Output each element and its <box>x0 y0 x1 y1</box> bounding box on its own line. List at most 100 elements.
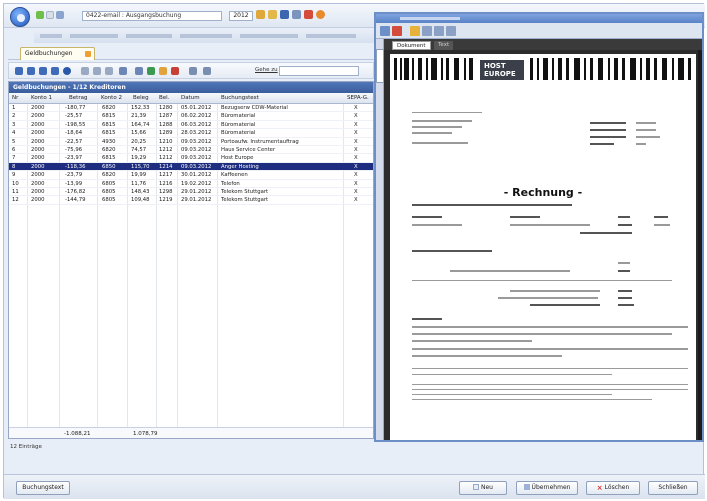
table-row[interactable]: 6 2000 -75,96 6820 74,57 1212 09.03.2012 Haus S… <box>9 146 373 155</box>
delete-icon[interactable] <box>171 67 179 75</box>
col-header-betrag[interactable]: Betrag <box>69 95 87 101</box>
cell-datum: 29.01.2012 <box>181 188 212 195</box>
table-row[interactable]: 2 2000 -25,57 6815 21,39 1287 06.02.2012 Büroma… <box>9 112 373 121</box>
cell-k2: 6850 <box>102 163 116 170</box>
delete-button[interactable]: × Löschen <box>586 481 640 495</box>
cell-flag: X <box>354 105 358 111</box>
title-search-input[interactable]: 0422-email : Ausgangsbuchung <box>82 11 222 21</box>
folder-open-icon[interactable] <box>268 10 277 19</box>
close-button[interactable]: Schließen <box>648 481 698 495</box>
open-icon[interactable] <box>380 26 390 36</box>
save-icon[interactable] <box>280 10 289 19</box>
cell-flag: X <box>354 155 358 162</box>
next-record-icon[interactable] <box>39 67 47 75</box>
edit-icon[interactable] <box>159 67 167 75</box>
options-icon[interactable] <box>203 67 211 75</box>
pointer-icon[interactable] <box>410 26 420 36</box>
table-row[interactable]: 12 2000 -144,79 6805 109,48 1219 29.01.2012 Tel… <box>9 196 373 205</box>
apply-button[interactable]: Übernehmen <box>516 481 578 495</box>
print-list-icon[interactable] <box>189 67 197 75</box>
col-header-konto2[interactable]: Konto 2 <box>101 95 122 101</box>
buchungstext-button[interactable]: Buchungstext <box>16 481 70 495</box>
print-icon[interactable] <box>292 10 301 19</box>
search-icon[interactable] <box>81 67 89 75</box>
col-header-sepa[interactable]: SEPA-G. <box>347 95 369 101</box>
cell-text: Anger Hosting <box>221 163 259 170</box>
table-row[interactable]: 7 2000 -23,97 6815 19,29 1212 09.03.2012 Host E… <box>9 154 373 163</box>
cell-betrag: -23,97 <box>65 155 83 162</box>
app-menu-orb-icon[interactable] <box>10 7 30 27</box>
columns-icon[interactable] <box>119 67 127 75</box>
col-header-beleg[interactable]: Beleg <box>133 95 149 101</box>
table-row[interactable]: 11 2000 -176,82 6805 148,43 1298 29.01.2012 Tel… <box>9 188 373 197</box>
cell-bel: 1212 <box>159 155 173 162</box>
settings-icon[interactable] <box>316 10 325 19</box>
cell-datum: 09.03.2012 <box>181 146 212 153</box>
ribbon-tab[interactable] <box>40 34 62 38</box>
undo-icon[interactable] <box>56 11 64 19</box>
cell-bel: 1289 <box>159 130 173 137</box>
close-tab-icon[interactable] <box>85 51 91 57</box>
ribbon-tab[interactable] <box>306 34 356 38</box>
col-header-nr[interactable]: Nr <box>12 95 18 101</box>
cell-k1: 2000 <box>31 113 45 120</box>
export-icon[interactable] <box>147 67 155 75</box>
cell-k2: 6815 <box>102 121 116 128</box>
preview-title-bar[interactable] <box>376 14 702 23</box>
new-icon[interactable] <box>36 11 44 19</box>
cell-bel: 1298 <box>159 188 173 195</box>
preview-side-tab[interactable] <box>376 49 384 83</box>
cell-bel: 1216 <box>159 180 173 187</box>
logo-line-2: EUROPE <box>484 70 516 78</box>
last-record-icon[interactable] <box>51 67 59 75</box>
col-header-konto1[interactable]: Konto 1 <box>31 95 52 101</box>
filter-icon[interactable] <box>93 67 101 75</box>
cell-text: Telekom Stuttgart <box>221 197 269 204</box>
cell-beleg: 148,43 <box>131 188 150 195</box>
cell-betrag: -25,57 <box>65 113 83 120</box>
zoom-out-icon[interactable] <box>434 26 444 36</box>
tab-dokument[interactable]: Dokument <box>392 41 431 50</box>
col-header-bel[interactable]: Bel. <box>159 95 169 101</box>
first-record-icon[interactable] <box>15 67 23 75</box>
cell-nr: 7 <box>12 155 16 162</box>
preview-scrollbar[interactable] <box>698 50 702 440</box>
cell-k1: 2000 <box>31 146 45 153</box>
table-row[interactable]: 8 2000 -118,36 6850 115,70 1214 09.03.2012 Ange… <box>9 162 373 172</box>
year-field[interactable]: 2012 <box>229 11 253 21</box>
cell-datum: 09.03.2012 <box>181 138 212 145</box>
folder-icon[interactable] <box>256 10 265 19</box>
sort-icon[interactable] <box>105 67 113 75</box>
refresh-icon[interactable] <box>63 67 71 75</box>
new-button[interactable]: Neu <box>459 481 507 495</box>
ribbon-tab[interactable] <box>70 34 118 38</box>
cell-beleg: 19,29 <box>131 155 147 162</box>
cell-k1: 2000 <box>31 130 45 137</box>
ribbon-tab[interactable] <box>240 34 298 38</box>
table-row[interactable]: 10 2000 -13,99 6805 11,76 1216 19.02.2012 Telef… <box>9 180 373 188</box>
pdf-icon[interactable] <box>392 26 402 36</box>
ribbon-tabs <box>34 28 374 43</box>
cell-beleg: 152,33 <box>131 105 150 111</box>
cell-text: Telefon <box>221 180 240 187</box>
stop-icon[interactable] <box>304 10 313 19</box>
cell-k2: 6815 <box>102 130 116 137</box>
table-row[interactable]: 4 2000 -18,64 6815 15,66 1289 28.03.2012 Büroma… <box>9 129 373 138</box>
col-header-datum[interactable]: Datum <box>181 95 200 101</box>
goto-input[interactable] <box>279 66 359 76</box>
ribbon-tab[interactable] <box>180 34 232 38</box>
col-header-buchungstext[interactable]: Buchungstext <box>221 95 259 101</box>
table-row[interactable]: 9 2000 -23,79 6820 19,99 1217 30.01.2012 Kaffee… <box>9 171 373 180</box>
previous-record-icon[interactable] <box>27 67 35 75</box>
table-row[interactable]: 3 2000 -198,55 6815 164,74 1288 06.03.2012 Büro… <box>9 121 373 130</box>
cell-betrag: -118,36 <box>65 163 86 170</box>
tab-geldbuchungen[interactable]: Geldbuchungen <box>20 47 95 60</box>
table-row[interactable]: 1 2000 -180,77 6820 152,33 1280 05.01.2012 Bezu… <box>9 104 373 113</box>
fit-page-icon[interactable] <box>446 26 456 36</box>
table-row[interactable]: 5 2000 -22,57 4930 20,25 1210 09.03.2012 Portoa… <box>9 138 373 146</box>
save-record-icon[interactable] <box>135 67 143 75</box>
ribbon-tab[interactable] <box>126 34 172 38</box>
document-icon[interactable] <box>46 11 54 19</box>
zoom-icon[interactable] <box>422 26 432 36</box>
tab-text[interactable]: Text <box>434 41 454 50</box>
